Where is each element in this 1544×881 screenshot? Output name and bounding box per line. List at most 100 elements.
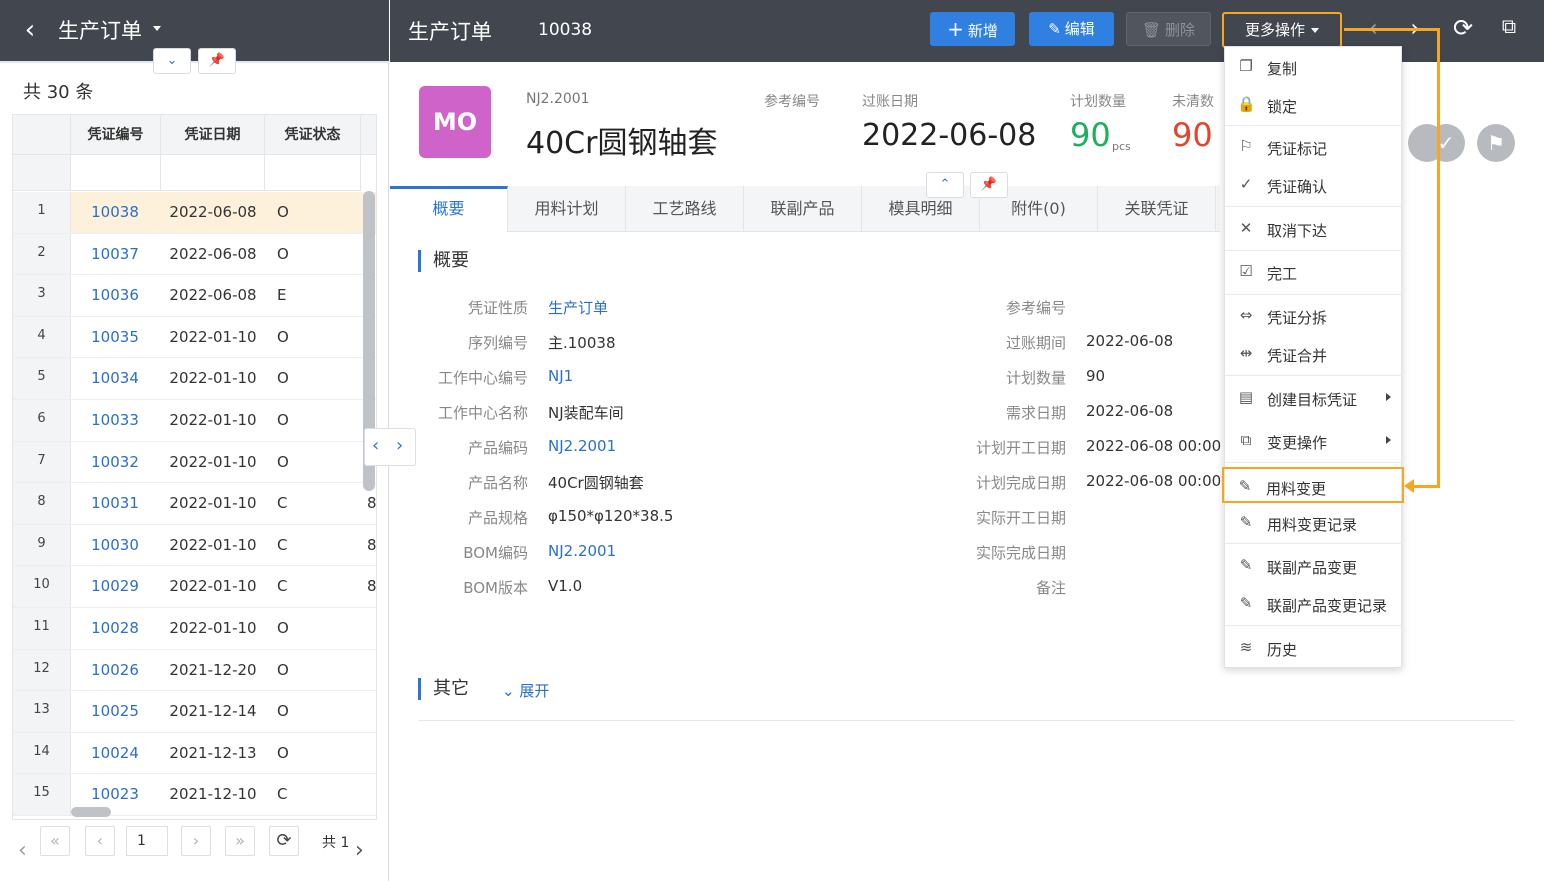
table-row[interactable]: 3 10036 2022-06-08 E [13, 275, 376, 317]
voucher-date: 2022-01-10 [169, 411, 257, 429]
pager-prev-button[interactable]: ‹ [85, 826, 115, 856]
menu-item[interactable]: ❐ 复制 [1225, 49, 1403, 85]
menu-separator [1225, 125, 1403, 126]
voucher-code-link[interactable]: 10034 [71, 358, 159, 398]
menu-item[interactable]: ⧉ 变更操作 [1225, 423, 1403, 459]
field-value[interactable]: NJ2.2001 [548, 437, 616, 455]
field-value[interactable]: NJ1 [548, 367, 573, 385]
voucher-code-link[interactable]: 10032 [71, 442, 159, 482]
pager-page-input[interactable]: 1 [126, 826, 168, 856]
chevron-up-icon[interactable]: ⌃ [926, 172, 964, 198]
chevron-down-icon[interactable]: ⌄ [153, 48, 191, 74]
menu-item[interactable]: ✎ 用料变更记录 [1225, 505, 1403, 541]
table-row[interactable]: 6 10033 2022-01-10 O [13, 400, 376, 442]
pager-next-button[interactable]: › [181, 826, 211, 856]
voucher-code-link[interactable]: 10024 [71, 733, 159, 773]
field-label: 工作中心编号 [437, 369, 528, 387]
horizontal-scrollbar[interactable] [71, 807, 111, 817]
refresh-icon[interactable]: ⟳ [269, 826, 299, 856]
voucher-code-link[interactable]: 10031 [71, 483, 159, 523]
menu-item[interactable]: ⇔ 凭证分拆 [1225, 298, 1403, 334]
filter-code[interactable] [71, 155, 161, 191]
voucher-code-link[interactable]: 10028 [71, 608, 159, 648]
more-actions-button[interactable]: 更多操作 [1222, 12, 1342, 48]
delete-button-label: 删除 [1165, 21, 1196, 39]
pin-icon[interactable]: 📌 [198, 48, 236, 74]
menu-item[interactable]: ☑ 完工 [1225, 254, 1403, 290]
flag-circle-icon[interactable]: ⚑ [1477, 124, 1515, 162]
voucher-code-link[interactable]: 10030 [71, 525, 159, 565]
table-row[interactable]: 11 10028 2022-01-10 O [13, 608, 376, 650]
pager-prev-group-icon[interactable]: ‹ [18, 838, 27, 863]
row-number: 8 [13, 483, 71, 524]
field-value[interactable]: 生产订单 [548, 297, 608, 318]
chevron-left-icon[interactable]: ‹ [372, 435, 379, 456]
caret-down-icon[interactable] [153, 26, 161, 31]
history-layers-icon: ≋ [1239, 638, 1253, 656]
overview-section-title: 概要 [418, 250, 469, 272]
menu-item-label: 完工 [1267, 265, 1298, 283]
menu-item[interactable]: ⇹ 凭证合并 [1225, 336, 1403, 372]
list-title[interactable]: 生产订单 [58, 15, 142, 45]
expand-link[interactable]: ⌄ 展开 [502, 680, 549, 701]
filter-status[interactable] [265, 155, 361, 191]
table-row[interactable]: 7 10032 2022-01-10 O [13, 441, 376, 484]
tab-routing[interactable]: 工艺路线 [626, 186, 744, 232]
column-header-status[interactable]: 凭证状态 [265, 115, 361, 155]
table-row[interactable]: 15 10023 2021-12-10 C [13, 774, 376, 816]
voucher-code-link[interactable]: 10036 [71, 275, 159, 315]
delete-button[interactable]: 🗑 删除 [1126, 12, 1211, 46]
table-row[interactable]: 14 10024 2021-12-13 O [13, 732, 376, 775]
table-row[interactable]: 10 10029 2022-01-10 C 8 [13, 566, 376, 608]
chevron-right-icon[interactable]: › [396, 435, 403, 456]
table-row[interactable]: 2 10037 2022-06-08 O [13, 233, 376, 276]
voucher-date: 2022-06-08 [169, 286, 257, 305]
pager-first-button[interactable]: « [40, 826, 70, 856]
table-row[interactable]: 4 10035 2022-01-10 O [13, 316, 376, 359]
panel-split-toggle[interactable]: ‹ › [364, 428, 416, 466]
tab-material-plan[interactable]: 用料计划 [508, 186, 626, 232]
field-value[interactable]: NJ2.2001 [548, 542, 616, 560]
pin-icon[interactable]: 📌 [970, 172, 1008, 198]
menu-item[interactable]: ✎ 联副产品变更 [1225, 548, 1403, 584]
voucher-code-link[interactable]: 10029 [71, 566, 159, 606]
menu-item[interactable]: ✎ 用料变更 [1222, 467, 1404, 503]
table-row[interactable]: 1 10038 2022-06-08 O [13, 192, 376, 234]
voucher-code-link[interactable]: 10038 [71, 192, 159, 232]
field-label: 参考编号 [1005, 299, 1066, 317]
row-number: 3 [13, 275, 71, 316]
table-row[interactable]: 12 10026 2021-12-20 O [13, 649, 376, 692]
menu-item[interactable]: ⚐ 凭证标记 [1225, 129, 1403, 165]
menu-item[interactable]: 🔒 锁定 [1225, 87, 1403, 123]
voucher-code-link[interactable]: 10026 [71, 650, 159, 690]
add-button[interactable]: + 新增 [930, 12, 1015, 46]
voucher-code-link[interactable]: 10035 [71, 317, 159, 357]
table-row[interactable]: 9 10030 2022-01-10 C 8 [13, 524, 376, 567]
menu-item-label: 变更操作 [1267, 434, 1328, 452]
tab-overview[interactable]: 概要 [390, 186, 508, 232]
menu-item[interactable]: ✎ 联副产品变更记录 [1225, 586, 1403, 622]
menu-item[interactable]: ≋ 历史 [1225, 630, 1403, 666]
menu-item[interactable]: ▤ 创建目标凭证 [1225, 380, 1403, 416]
refresh-icon[interactable]: ⟳ [1448, 14, 1478, 42]
menu-item[interactable]: ✓ 凭证确认 [1225, 167, 1403, 203]
menu-item[interactable]: ✕ 取消下达 [1225, 211, 1403, 247]
voucher-code-link[interactable]: 10037 [71, 234, 159, 274]
edit-button[interactable]: ✎ 编辑 [1029, 12, 1114, 46]
filter-date[interactable] [161, 155, 265, 191]
pager-last-button[interactable]: » [225, 826, 255, 856]
check-circle-icon[interactable]: ✓ [1427, 124, 1465, 162]
table-row[interactable]: 13 10025 2021-12-14 O [13, 691, 376, 733]
voucher-code-link[interactable]: 10033 [71, 400, 159, 440]
voucher-code-link[interactable]: 10025 [71, 691, 159, 731]
open-external-icon[interactable]: ⧉ [1494, 14, 1524, 38]
table-row[interactable]: 5 10034 2022-01-10 O [13, 358, 376, 400]
tab-coproducts[interactable]: 联副产品 [744, 186, 862, 232]
table-row[interactable]: 8 10031 2022-01-10 C 8 [13, 483, 376, 525]
column-header-date[interactable]: 凭证日期 [161, 115, 265, 155]
chevron-left-icon[interactable]: ‹ [18, 14, 42, 46]
column-header-code[interactable]: 凭证编号 [71, 115, 161, 155]
pager-next-group-icon[interactable]: › [355, 838, 364, 863]
tab-related-docs[interactable]: 关联凭证 [1098, 186, 1216, 232]
row-number: 11 [13, 608, 71, 649]
